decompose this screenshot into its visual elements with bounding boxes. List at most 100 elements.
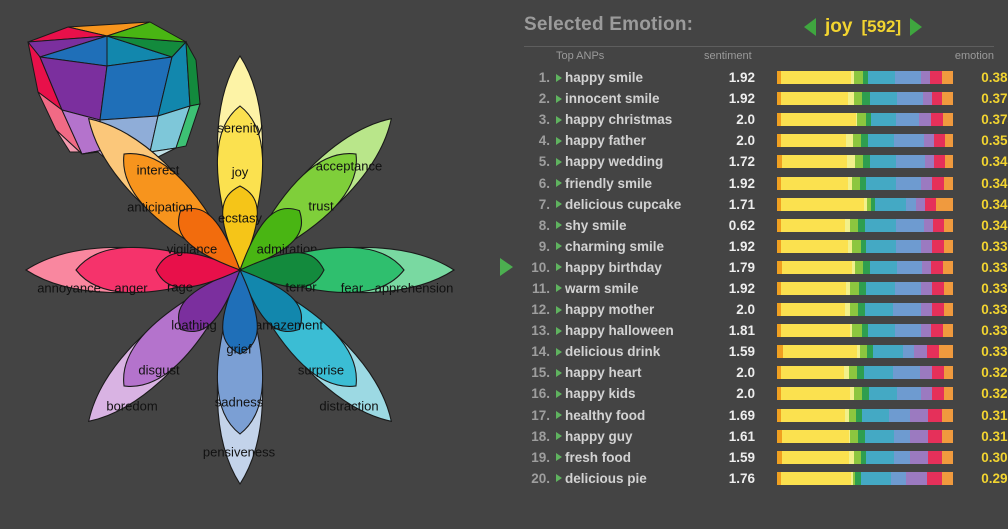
table-row[interactable]: 15. happy heart 2.0 0.329 [524, 362, 1008, 383]
bar-segment [895, 176, 921, 190]
bar-segment [944, 134, 953, 148]
row-anp-label[interactable]: innocent smile [565, 91, 701, 106]
row-emotion-value: 0.312 [981, 428, 1008, 444]
table-row[interactable]: 7. delicious cupcake 1.71 0.341 [524, 194, 1008, 215]
triangle-right-bullet-icon[interactable] [552, 157, 565, 166]
triangle-right-bullet-icon[interactable] [552, 115, 565, 124]
row-anp-label[interactable]: happy halloween [565, 323, 701, 338]
triangle-right-bullet-icon[interactable] [552, 368, 565, 377]
triangle-right-bullet-icon[interactable] [552, 326, 565, 335]
table-row[interactable]: 8. shy smile 0.62 0.340 [524, 215, 1008, 236]
bar-segment [943, 281, 953, 295]
table-row[interactable]: 14. delicious drink 1.59 0.330 [524, 341, 1008, 362]
triangle-right-bullet-icon[interactable] [552, 453, 565, 462]
table-row[interactable]: 6. friendly smile 1.92 0.346 [524, 172, 1008, 193]
bar-segment [854, 450, 861, 464]
plutchik-wheel-svg[interactable]: serenity joy ecstasy acceptance trust ad… [0, 0, 500, 529]
triangle-right-bullet-icon[interactable] [552, 411, 565, 420]
triangle-right-bullet-icon[interactable] [552, 263, 565, 272]
triangle-right-bullet-icon[interactable] [552, 305, 565, 314]
bar-segment [780, 71, 852, 85]
table-row[interactable]: 2. innocent smile 1.92 0.376 [524, 88, 1008, 109]
triangle-left-icon[interactable] [804, 18, 816, 36]
row-sentiment-value: 1.92 [728, 91, 755, 107]
row-anp-label[interactable]: happy mother [565, 302, 701, 317]
table-row[interactable]: 3. happy christmas 2.0 0.373 [524, 109, 1008, 130]
triangle-right-bullet-icon[interactable] [552, 200, 565, 209]
row-anp-label[interactable]: shy smile [565, 218, 701, 233]
triangle-right-bullet-icon[interactable] [552, 136, 565, 145]
row-anp-label[interactable]: happy birthday [565, 260, 701, 275]
bar-segment [781, 324, 850, 338]
row-anp-label[interactable]: delicious pie [565, 471, 701, 486]
row-anp-label[interactable]: delicious drink [565, 344, 701, 359]
row-anp-label[interactable]: warm smile [565, 281, 701, 296]
triangle-right-bullet-icon[interactable] [552, 94, 565, 103]
triangle-right-bullet-icon[interactable] [552, 389, 565, 398]
table-row[interactable]: 13. happy halloween 1.81 0.331 [524, 320, 1008, 341]
bar-segment [926, 471, 942, 485]
row-sentiment-value: 2.0 [736, 112, 755, 128]
table-row[interactable]: 19. fresh food 1.59 0.307 [524, 447, 1008, 468]
row-emotion-value: 0.329 [981, 365, 1008, 381]
table-row[interactable]: 17. healthy food 1.69 0.312 [524, 405, 1008, 426]
triangle-right-bullet-icon[interactable] [552, 242, 565, 251]
triangle-right-icon[interactable] [910, 18, 923, 36]
table-row[interactable]: 9. charming smile 1.92 0.339 [524, 236, 1008, 257]
anp-rows: 1. happy smile 1.92 0.388 2. innocent smile 1.… [524, 67, 1008, 489]
table-row[interactable]: 11. warm smile 1.92 0.336 [524, 278, 1008, 299]
bar-segment [780, 408, 846, 422]
bar-segment [936, 197, 953, 211]
bar-segment [780, 92, 849, 106]
bar-segment [892, 303, 921, 317]
table-row[interactable]: 18. happy guy 1.61 0.312 [524, 426, 1008, 447]
row-anp-label[interactable]: happy father [565, 133, 701, 148]
row-anp-label[interactable]: happy smile [565, 70, 701, 85]
table-row[interactable]: 20. delicious pie 1.76 0.296 [524, 468, 1008, 489]
table-row[interactable]: 5. happy wedding 1.72 0.348 [524, 151, 1008, 172]
row-anp-label[interactable]: happy wedding [565, 154, 701, 169]
row-anp-label[interactable]: happy kids [565, 386, 701, 401]
row-anp-label[interactable]: delicious cupcake [565, 197, 701, 212]
row-anp-label[interactable]: friendly smile [565, 176, 701, 191]
triangle-right-bullet-icon[interactable] [552, 432, 565, 441]
table-row[interactable]: 16. happy kids 2.0 0.323 [524, 383, 1008, 404]
row-emotion-value: 0.348 [981, 154, 1008, 170]
bar-segment [781, 471, 852, 485]
bar-segment [849, 281, 860, 295]
row-anp-label[interactable]: healthy food [565, 408, 701, 423]
triangle-right-marker-icon [500, 257, 513, 276]
row-anp-label[interactable]: fresh food [565, 450, 701, 465]
bar-segment [896, 387, 921, 401]
bar-segment [931, 387, 944, 401]
bar-segment [914, 345, 927, 359]
triangle-right-bullet-icon[interactable] [552, 284, 565, 293]
row-sentiment-value: 1.92 [728, 280, 755, 296]
bar-segment [895, 324, 921, 338]
column-header-sentiment: sentiment [704, 50, 752, 62]
triangle-right-bullet-icon[interactable] [552, 474, 565, 483]
bar-segment [864, 429, 895, 443]
row-emotion-distribution-bar [777, 92, 953, 106]
table-row[interactable]: 4. happy father 2.0 0.358 [524, 130, 1008, 151]
row-anp-label[interactable]: happy guy [565, 429, 701, 444]
triangle-right-bullet-icon[interactable] [552, 221, 565, 230]
table-row[interactable]: 1. happy smile 1.92 0.388 [524, 67, 1008, 88]
triangle-right-bullet-icon[interactable] [552, 179, 565, 188]
bar-segment [862, 387, 869, 401]
row-sentiment-value: 1.92 [728, 70, 755, 86]
triangle-right-bullet-icon[interactable] [552, 347, 565, 356]
bar-segment [782, 345, 858, 359]
row-anp-label[interactable]: charming smile [565, 239, 701, 254]
triangle-right-bullet-icon[interactable] [552, 73, 565, 82]
row-sentiment-value: 1.72 [728, 154, 755, 170]
table-row[interactable]: 12. happy mother 2.0 0.333 [524, 299, 1008, 320]
table-row[interactable]: 10. happy birthday 1.79 0.337 [524, 257, 1008, 278]
bar-segment [942, 471, 953, 485]
bar-segment [853, 92, 862, 106]
row-anp-label[interactable]: happy heart [565, 365, 701, 380]
row-anp-label[interactable]: happy christmas [565, 112, 701, 127]
row-emotion-distribution-bar [777, 408, 953, 422]
row-emotion-distribution-bar [777, 471, 953, 485]
bar-segment [943, 387, 953, 401]
